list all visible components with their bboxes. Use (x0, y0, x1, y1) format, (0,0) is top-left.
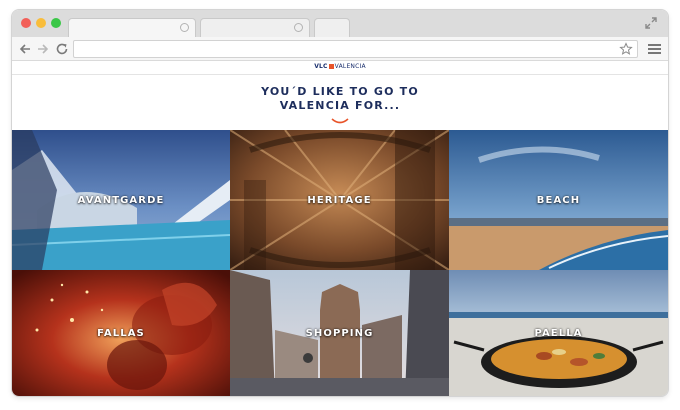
new-tab-button[interactable] (314, 18, 350, 37)
category-label: PAELLA (534, 327, 583, 339)
logo-prefix: VLC (314, 63, 328, 70)
star-icon[interactable] (619, 42, 633, 56)
browser-toolbar (12, 37, 668, 61)
browser-window: VLC VALENCIA YOU´D LIKE TO GO TO VALENCIA… (12, 10, 668, 396)
category-tile-shopping[interactable]: SHOPPING (230, 270, 449, 396)
browser-titlebar (12, 10, 668, 37)
category-label: AVANTGARDE (77, 194, 165, 206)
hamburger-menu-icon[interactable] (648, 42, 661, 56)
reload-icon[interactable] (55, 42, 69, 56)
category-tile-heritage[interactable]: HERITAGE (230, 130, 449, 270)
browser-tab-active[interactable] (68, 18, 196, 37)
category-label: BEACH (536, 194, 581, 206)
category-tile-avantgarde[interactable]: AVANTGARDE (12, 130, 230, 270)
tab-close-icon[interactable] (180, 23, 189, 32)
arrow-left-icon[interactable] (18, 42, 32, 56)
chevron-down-icon (331, 118, 349, 124)
arrow-right-icon[interactable] (36, 42, 50, 56)
category-grid: AVANTGARDE HERITAGE BEACH FALLAS SHOPPIN… (12, 130, 668, 396)
logo-name: VALENCIA (334, 63, 366, 70)
expand-icon[interactable] (644, 16, 658, 30)
category-tile-beach[interactable]: BEACH (449, 130, 668, 270)
header-divider (12, 74, 668, 75)
tab-close-icon[interactable] (294, 23, 303, 32)
logo-mark-icon (328, 64, 334, 69)
browser-tab[interactable] (200, 18, 310, 37)
headline-line-1: YOU´D LIKE TO GO TO (261, 85, 419, 98)
site-logo[interactable]: VLC VALENCIA (12, 63, 668, 71)
minimize-window-button[interactable] (36, 18, 46, 28)
web-page: VLC VALENCIA YOU´D LIKE TO GO TO VALENCIA… (12, 61, 668, 396)
headline-line-2: VALENCIA FOR... (279, 99, 401, 112)
address-bar[interactable] (73, 40, 638, 58)
category-tile-fallas[interactable]: FALLAS (12, 270, 230, 396)
zoom-window-button[interactable] (51, 18, 61, 28)
page-headline: YOU´D LIKE TO GO TO VALENCIA FOR... (12, 85, 668, 113)
close-window-button[interactable] (21, 18, 31, 28)
category-tile-paella[interactable]: PAELLA (449, 270, 668, 396)
category-label: SHOPPING (305, 327, 374, 339)
category-label: FALLAS (97, 327, 145, 339)
category-label: HERITAGE (307, 194, 372, 206)
